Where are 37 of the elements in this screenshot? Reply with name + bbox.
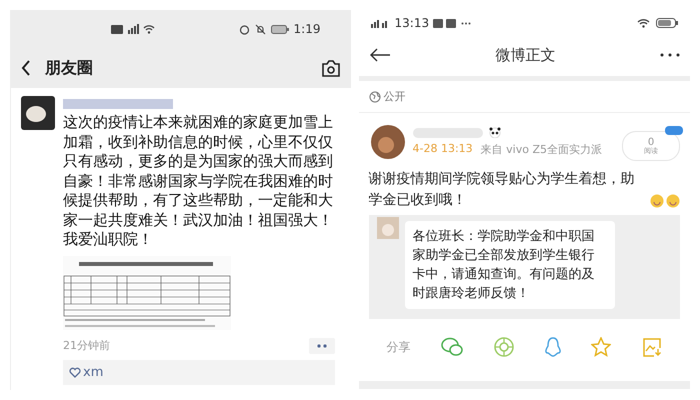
chat-bubbles-icon[interactable] (441, 337, 464, 357)
status-time: 1:19 (294, 22, 320, 36)
read-count: 0 (648, 138, 654, 148)
wifi-icon (637, 18, 650, 28)
chat-bubble: 各位班长：学院助学金和中职国家助学金已全部发放到学生银行卡中，请通知查询。有问题的及时跟唐玲老师反馈！ (404, 221, 614, 309)
post-text: 谢谢疫情期间学院领导贴心为学生着想，助学金已收到哦！ (368, 170, 636, 210)
like-name[interactable]: xm (83, 364, 104, 380)
heart-icon (69, 366, 81, 378)
post-time: 21分钟前 (63, 338, 110, 353)
status-time: 13:13 (394, 16, 430, 30)
visibility-label: 公开 (384, 89, 406, 104)
signal-icon (127, 24, 139, 34)
post-date: 4-28 13:13 (412, 142, 473, 157)
smile-emoji-icon (666, 194, 680, 208)
share-label: 分享 (386, 338, 410, 356)
back-arrow-icon[interactable] (368, 48, 390, 62)
page-title: 微博正文 (495, 46, 556, 64)
post-source: 来自 vivo Z5全面实力派 (480, 142, 602, 157)
avatar-icon[interactable] (21, 96, 55, 130)
avatar-icon[interactable] (370, 125, 404, 159)
penguin-icon[interactable] (544, 337, 561, 357)
wifi-icon (143, 24, 155, 34)
avatar-icon (376, 217, 398, 239)
post-text: 这次的疫情让本来就困难的家庭更加雪上加霜，收到补助信息的时候，心里不仅仅只有感动，更多的是为国家的强大而感到自豪！非常感谢国家与学院在我困难的时候提供帮助，有了这些帮助，一定能和大家一起共度难关！武汉加油！祖国强大！我爱汕职院！ (63, 113, 334, 250)
battery-icon (270, 24, 289, 34)
more-options-icon[interactable] (660, 53, 680, 57)
star-icon[interactable] (591, 337, 612, 357)
globe-icon (368, 90, 380, 102)
battery-icon (656, 18, 678, 28)
more-icon (461, 22, 472, 24)
camera-icon[interactable] (320, 60, 340, 76)
promo-tag-icon (665, 126, 683, 135)
page-title: 朋友圈 (45, 58, 94, 78)
back-icon[interactable] (21, 60, 31, 76)
smile-emoji-icon (650, 194, 664, 208)
mute-icon (254, 24, 266, 34)
panda-icon (488, 127, 500, 138)
